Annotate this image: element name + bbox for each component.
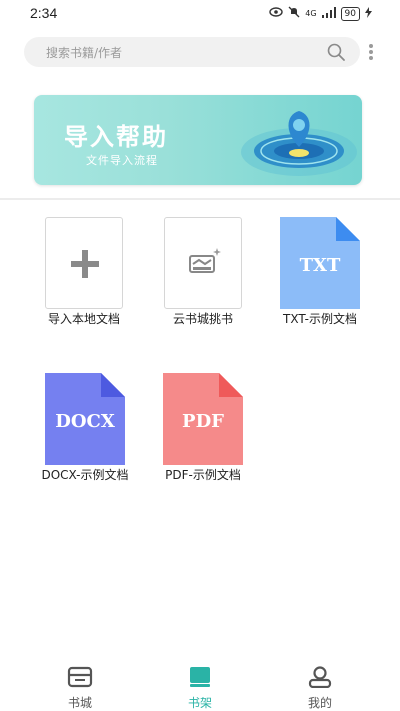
shelf-item-label: TXT-示例文档 xyxy=(283,312,357,326)
bookshelf-icon xyxy=(190,667,210,687)
docx-sample-item[interactable]: DOCX DOCX-示例文档 xyxy=(39,373,131,483)
status-icons: 4G 90 xyxy=(269,6,372,21)
status-time: 2:34 xyxy=(30,5,58,21)
banner-subtitle: 文件导入流程 xyxy=(86,154,158,167)
docx-file-icon[interactable]: DOCX xyxy=(45,373,125,465)
search-icon[interactable] xyxy=(326,42,346,66)
network-label: 4G xyxy=(305,9,317,18)
plus-icon xyxy=(71,250,99,278)
mute-icon xyxy=(288,6,300,21)
signal-icon xyxy=(321,6,336,21)
shelf-item-label: PDF-示例文档 xyxy=(165,468,241,482)
txt-sample-item[interactable]: TXT TXT-示例文档 xyxy=(274,217,366,327)
shelf-item-label: 导入本地文档 xyxy=(47,312,120,326)
txt-file-icon[interactable]: TXT xyxy=(280,217,360,309)
bottom-tab-bar: 书城 书架 我的 xyxy=(0,660,400,711)
tab-profile[interactable]: 我的 xyxy=(280,660,360,711)
file-type-text: DOCX xyxy=(55,411,115,432)
book-store-icon xyxy=(189,248,221,273)
search-bar[interactable]: 搜索书籍/作者 xyxy=(24,37,360,67)
file-type-text: PDF xyxy=(182,411,224,432)
profile-icon xyxy=(308,666,332,689)
location-pin-illustration-icon xyxy=(241,111,357,176)
pdf-sample-item[interactable]: PDF PDF-示例文档 xyxy=(157,373,249,483)
shelf-item-label: DOCX-示例文档 xyxy=(41,468,129,482)
search-placeholder[interactable]: 搜索书籍/作者 xyxy=(46,44,122,61)
cloud-store-item[interactable]: 云书城挑书 xyxy=(157,217,249,327)
status-bar: 2:34 4G 90 xyxy=(0,0,400,28)
charging-icon xyxy=(365,6,372,21)
shelf-item-label: 云书城挑书 xyxy=(172,312,233,326)
store-icon xyxy=(67,666,93,688)
more-options-icon[interactable] xyxy=(369,44,375,62)
import-local-doc-item[interactable]: 导入本地文档 xyxy=(38,217,130,327)
tab-label: 书城 xyxy=(67,696,92,710)
section-divider xyxy=(0,198,400,200)
cloud-store-tile[interactable] xyxy=(164,217,242,309)
pdf-file-icon[interactable]: PDF xyxy=(163,373,243,465)
banner-title: 导入帮助 xyxy=(64,123,168,151)
file-type-text: TXT xyxy=(299,255,341,276)
import-local-tile[interactable] xyxy=(45,217,123,309)
tab-label: 书架 xyxy=(187,696,212,710)
tab-bookshelf[interactable]: 书架 xyxy=(160,660,240,711)
battery-icon: 90 xyxy=(340,6,360,21)
tab-label: 我的 xyxy=(307,696,332,710)
tab-store[interactable]: 书城 xyxy=(40,660,120,711)
eye-icon xyxy=(269,7,283,20)
import-help-banner[interactable]: 导入帮助 文件导入流程 xyxy=(34,95,362,185)
